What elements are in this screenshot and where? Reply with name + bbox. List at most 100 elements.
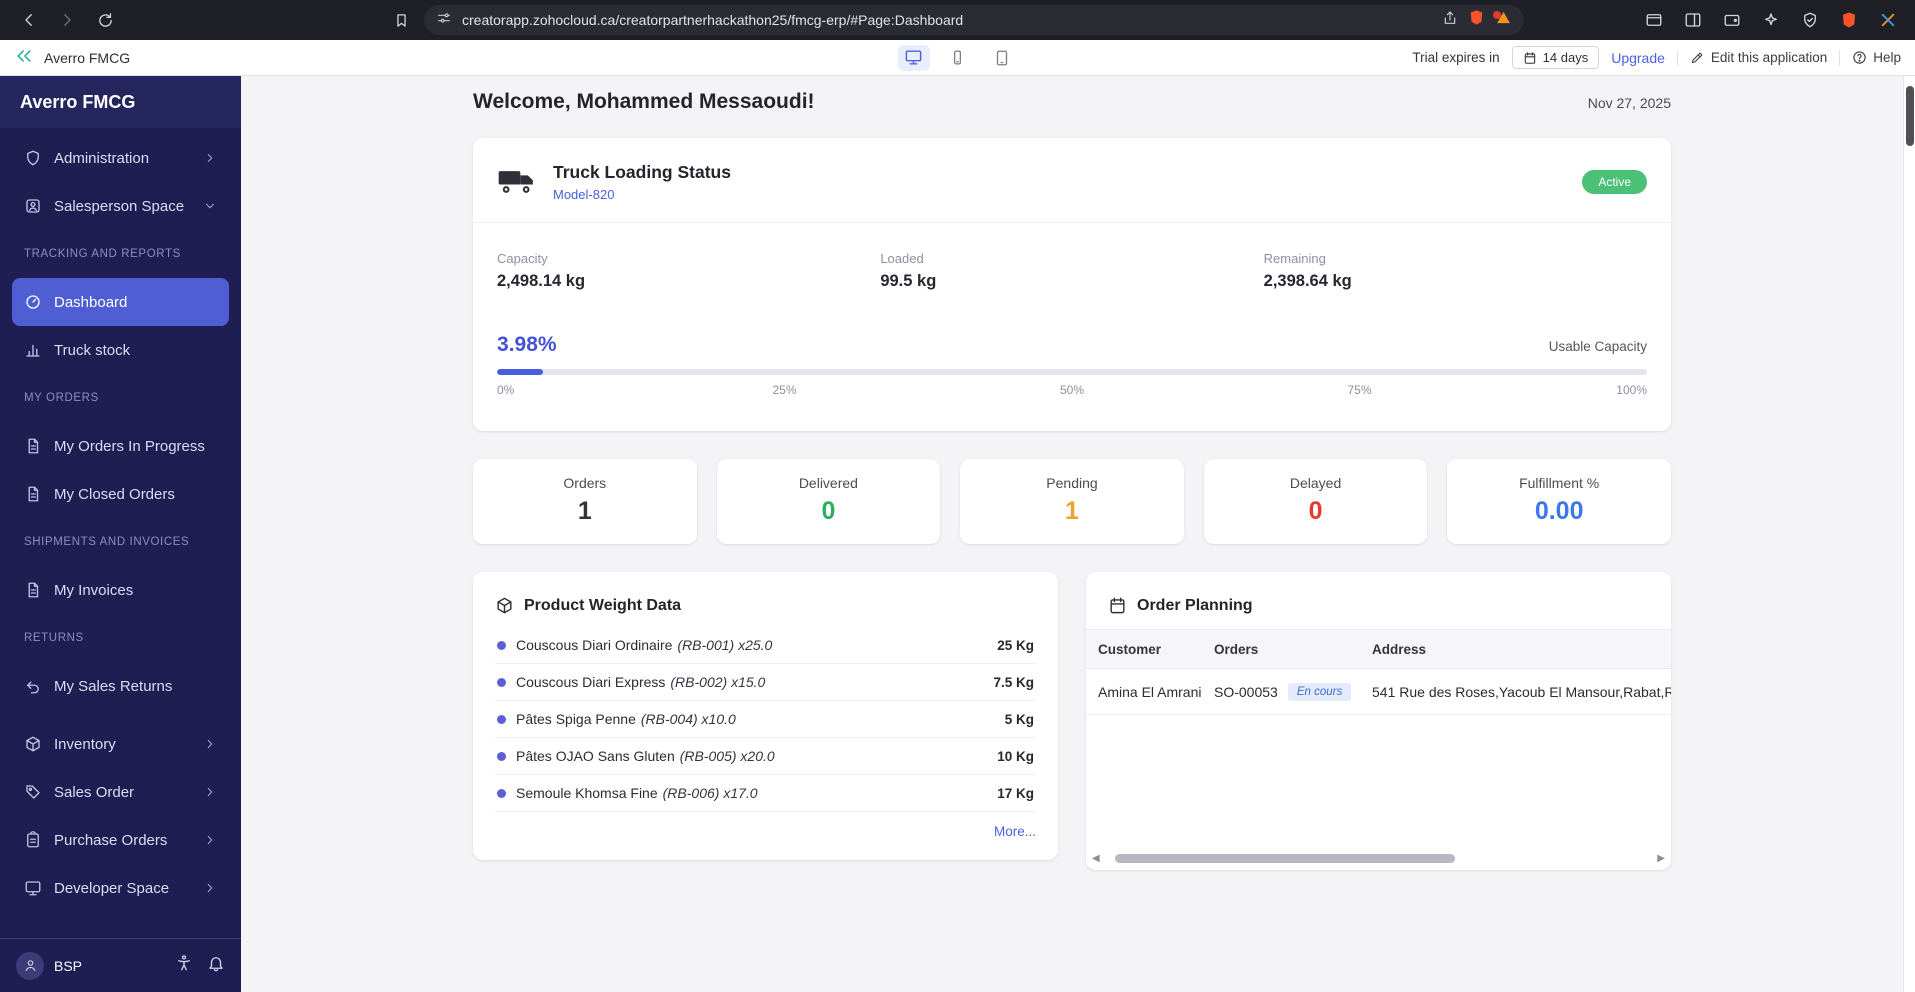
calendar-icon [1524, 51, 1535, 64]
avatar[interactable] [16, 951, 44, 980]
product-name: Pâtes Spiga Penne [516, 711, 636, 727]
brave-rewards-icon[interactable] [1836, 7, 1862, 33]
page-title: Welcome, Mohammed Messaoudi! [473, 90, 815, 113]
stat-label: Delayed [1289, 475, 1342, 491]
help-button[interactable]: Help [1852, 50, 1901, 65]
device-phone-icon[interactable] [942, 45, 974, 71]
table-row[interactable]: Amina El Amrani SO-00053 En cours 541 Ru… [1086, 669, 1671, 715]
sidebar-item-closed-orders[interactable]: My Closed Orders [12, 470, 229, 518]
sidebar-section-my-orders: MY ORDERS [24, 392, 99, 404]
bookmark-icon[interactable] [386, 5, 416, 35]
document-icon [28, 438, 39, 454]
monitor-icon [25, 881, 41, 896]
sidebar-item-label: Developer Space [54, 879, 170, 897]
sidebar-item-sales-returns[interactable]: My Sales Returns [12, 662, 229, 710]
trial-days-chip: 14 days [1511, 46, 1600, 69]
product-name: Semoule Khomsa Fine [516, 785, 658, 801]
sidebar-toggle-icon[interactable] [1680, 7, 1706, 33]
device-tablet-icon[interactable] [986, 45, 1018, 71]
extension-notification-icon[interactable] [1493, 9, 1512, 31]
sidebar-item-label: Truck stock [54, 341, 131, 359]
truck-model-link[interactable]: Model-820 [553, 187, 731, 202]
upgrade-link[interactable]: Upgrade [1611, 50, 1665, 66]
scale-tick: 75% [1347, 383, 1372, 397]
edit-application-label: Edit this application [1710, 50, 1828, 65]
product-name: Couscous Diari Express [516, 674, 666, 690]
divider [1676, 49, 1678, 66]
sidebar-item-salesperson-space[interactable]: Salesperson Space [12, 182, 229, 230]
capacity-progress-bar [497, 369, 1647, 375]
page-scrollbar[interactable] [1903, 76, 1915, 992]
current-date: Nov 27, 2025 [1587, 95, 1671, 111]
app-topbar: Averro FMCG Trial expires in 14 days Upg… [0, 40, 1915, 76]
sidebar-item-purchase-orders[interactable]: Purchase Orders [12, 816, 229, 864]
status-badge: Active [1582, 170, 1647, 194]
more-link[interactable]: More... [495, 824, 1036, 839]
scroll-left-icon[interactable]: ◀ [1092, 853, 1100, 864]
stat-delivered: Delivered 0 [716, 459, 941, 544]
brave-shield-icon[interactable] [1468, 9, 1485, 31]
scrollbar-thumb[interactable] [1114, 854, 1456, 863]
bell-icon[interactable] [207, 954, 225, 977]
scale-tick: 0% [497, 383, 515, 397]
site-settings-icon[interactable] [436, 10, 452, 31]
notification-dot [1493, 11, 1501, 19]
scroll-right-icon[interactable]: ▶ [1657, 853, 1665, 864]
product-weight: 17 Kg [997, 785, 1034, 801]
accessibility-icon[interactable] [175, 954, 193, 977]
sidebar-item-truck-stock[interactable]: Truck stock [12, 326, 229, 374]
wallet-icon[interactable] [1719, 7, 1745, 33]
sidebar-item-administration[interactable]: Administration [12, 134, 229, 182]
share-icon[interactable] [1442, 10, 1458, 31]
extension-tools-icon[interactable] [1875, 7, 1901, 33]
tab-preview-icon[interactable] [1641, 7, 1667, 33]
sidebar-item-my-invoices[interactable]: My Invoices [12, 566, 229, 614]
sidebar-item-label: Sales Order [54, 783, 135, 801]
clipboard-icon [27, 831, 39, 848]
bar-chart-icon [26, 344, 40, 357]
page-scrollbar-thumb[interactable] [1906, 86, 1914, 146]
sidebar-nav: Administration Salesperson Space TRACKIN… [0, 128, 241, 938]
tag-icon [26, 785, 40, 799]
order-status-badge: En cours [1287, 682, 1352, 701]
back-icon[interactable] [14, 5, 44, 35]
address-bar[interactable]: creatorapp.zohocloud.ca/creatorpartnerha… [424, 5, 1524, 35]
edit-application-button[interactable]: Edit this application [1690, 50, 1827, 65]
sidebar-item-orders-in-progress[interactable]: My Orders In Progress [12, 422, 229, 470]
vpn-shield-icon[interactable] [1797, 7, 1823, 33]
truck-icon [498, 171, 533, 193]
device-desktop-icon[interactable] [897, 44, 930, 71]
sidebar-item-label: My Invoices [54, 581, 134, 599]
sidebar-item-dashboard[interactable]: Dashboard [12, 278, 229, 326]
appbar-right: Trial expires in 14 days Upgrade Edit th… [1412, 46, 1901, 69]
forward-icon[interactable] [52, 5, 82, 35]
calendar-icon [1110, 597, 1125, 614]
cube-icon [26, 736, 40, 752]
sidebar-item-sales-order[interactable]: Sales Order [12, 768, 229, 816]
product-weight: 5 Kg [1004, 711, 1034, 727]
bullet-icon [497, 640, 506, 650]
column-customer: Customer [1098, 641, 1162, 657]
stat-value: 0 [1308, 497, 1323, 525]
chevron-right-icon [207, 787, 213, 797]
horizontal-scrollbar[interactable]: ◀ ▶ [1092, 852, 1665, 865]
stat-label: Delivered [798, 475, 858, 491]
sidebar-item-developer-space[interactable]: Developer Space [12, 864, 229, 912]
sidebar-section-returns: RETURNS [24, 632, 84, 644]
stat-label: Fulfillment % [1519, 475, 1600, 491]
sidebar-item-inventory[interactable]: Inventory [12, 720, 229, 768]
capacity-progress-fill [497, 369, 543, 375]
progress-scale: 0% 25% 50% 75% 100% [497, 383, 1647, 401]
reload-icon[interactable] [90, 5, 120, 35]
url-text[interactable]: creatorapp.zohocloud.ca/creatorpartnerha… [462, 12, 1432, 28]
product-weight-card: Product Weight Data Couscous Diari Ordin… [473, 572, 1058, 860]
chevron-right-icon [207, 739, 213, 749]
product-spec: (RB-006) x17.0 [662, 785, 758, 801]
sidebar: Averro FMCG Administration Salesperson S… [0, 76, 241, 992]
sidebar-item-label: Inventory [54, 735, 116, 753]
product-spec: (RB-005) x20.0 [679, 748, 775, 764]
ai-assistant-icon[interactable] [1758, 7, 1784, 33]
stat-value: 0.00 [1534, 497, 1584, 525]
product-weight: 10 Kg [997, 748, 1034, 764]
collapse-panel-icon[interactable] [14, 46, 34, 69]
